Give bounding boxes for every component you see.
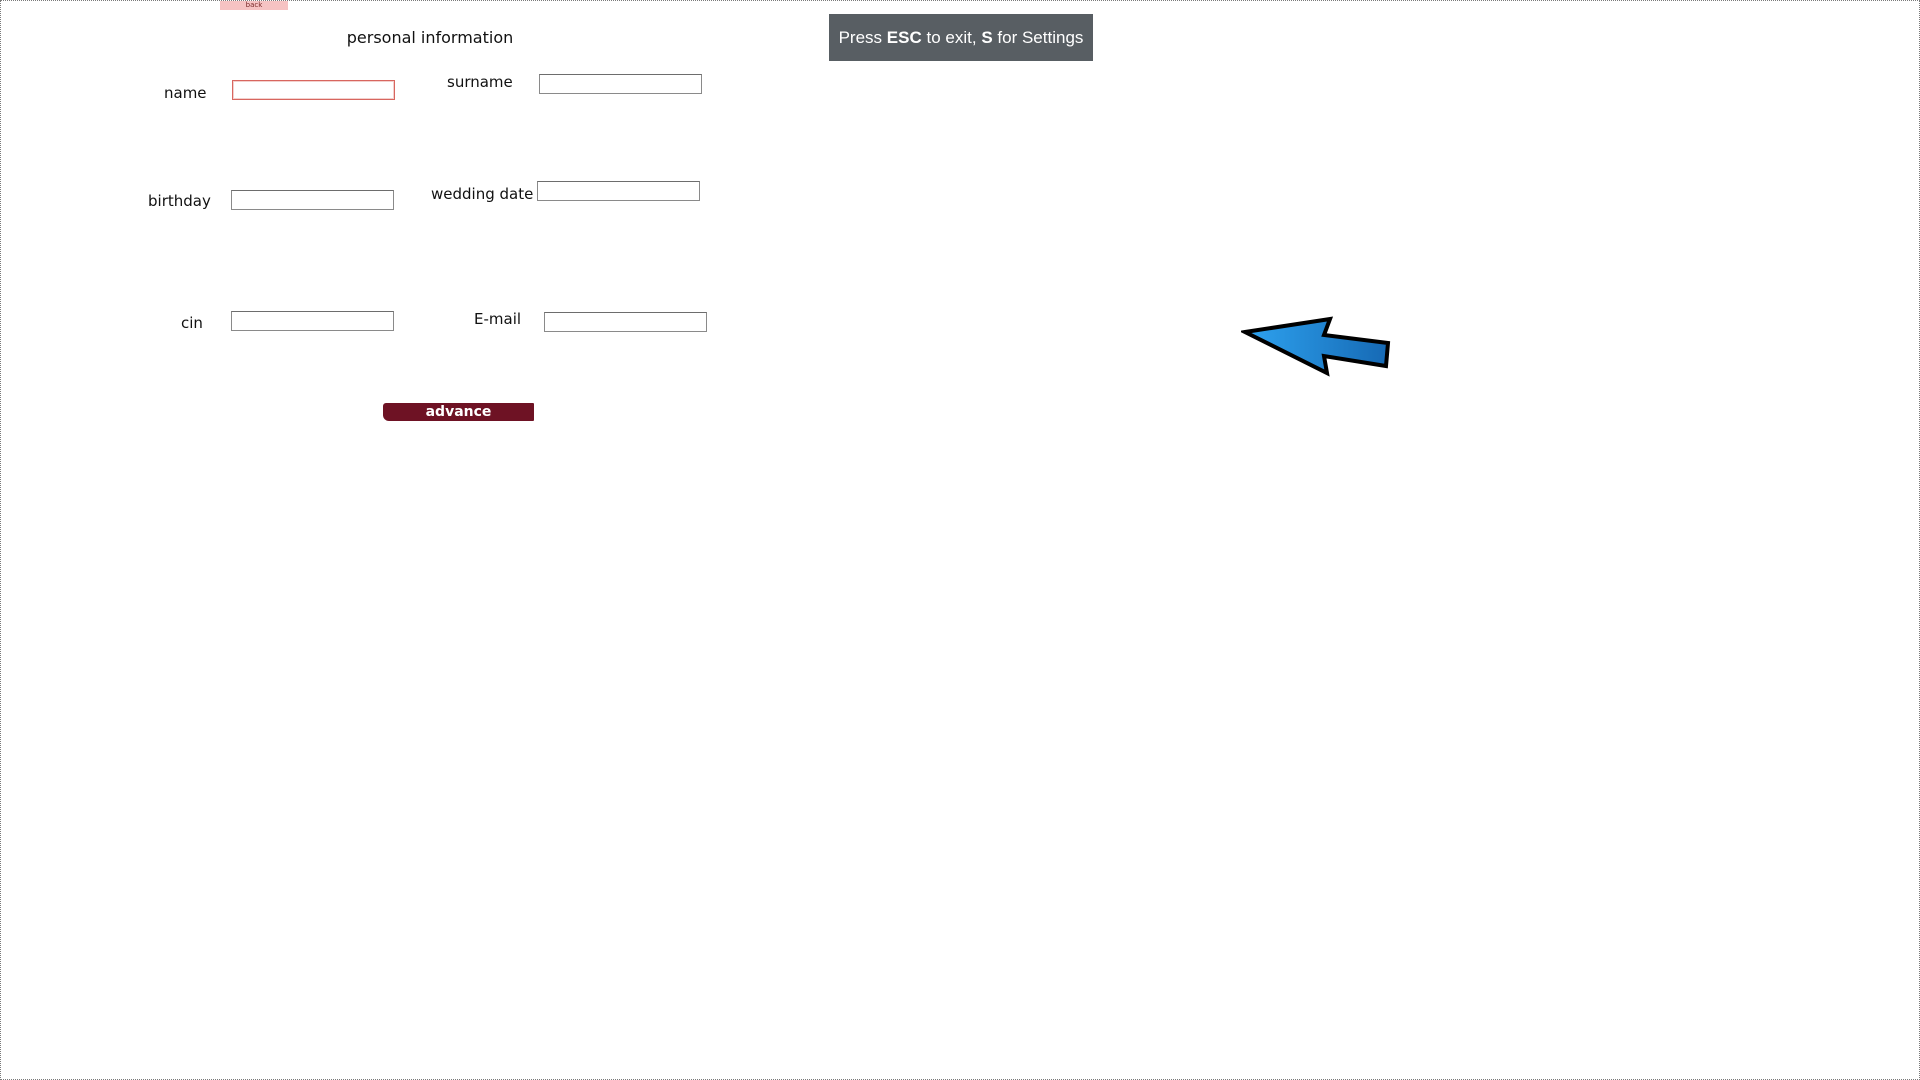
arrow-pointer-icon <box>1241 316 1391 377</box>
banner-esc-key: ESC <box>886 28 922 47</box>
form-title: personal information <box>346 28 514 47</box>
email-label: E-mail <box>474 310 522 328</box>
birthday-label: birthday <box>148 192 211 210</box>
back-button[interactable]: back <box>220 1 288 10</box>
birthday-input[interactable] <box>231 190 394 210</box>
advance-button[interactable]: advance <box>383 403 534 421</box>
presentation-slide: back personal information name surname b… <box>0 0 1920 1080</box>
surname-input[interactable] <box>539 74 702 94</box>
banner-to-exit-text: to exit, <box>926 28 977 47</box>
exit-hint-banner: Press ESC to exit, S for Settings <box>829 14 1093 61</box>
name-input[interactable] <box>232 80 395 100</box>
cin-label: cin <box>181 314 203 332</box>
banner-for-settings-text: for Settings <box>997 28 1084 47</box>
wedding-date-label: wedding date <box>431 185 534 203</box>
banner-press-text: Press <box>838 28 883 47</box>
name-label: name <box>164 84 207 102</box>
email-input[interactable] <box>544 312 707 332</box>
wedding-date-input[interactable] <box>537 181 700 201</box>
banner-s-key: S <box>981 28 993 47</box>
cin-input[interactable] <box>231 311 394 331</box>
surname-label: surname <box>447 73 513 91</box>
